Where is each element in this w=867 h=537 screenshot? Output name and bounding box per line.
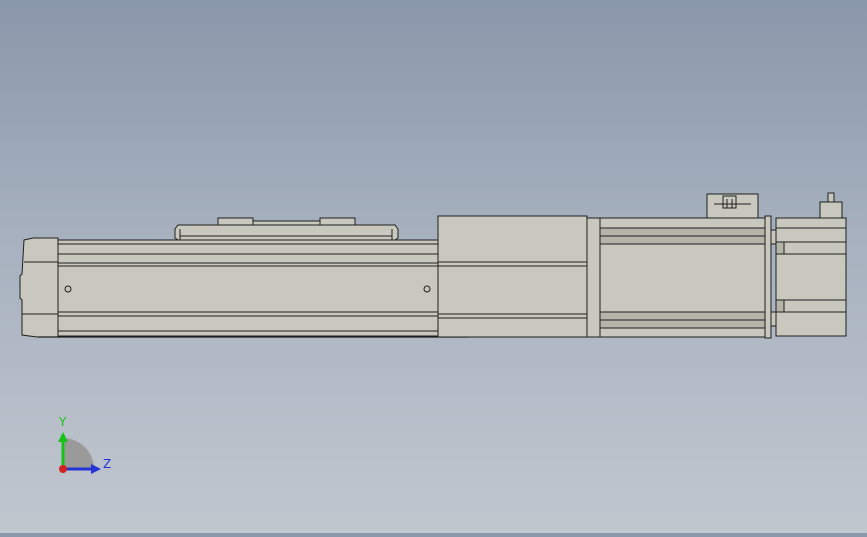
orientation-triad: Y Z xyxy=(58,415,111,474)
z-axis-label: Z xyxy=(103,457,111,471)
mounting-hole-left xyxy=(64,285,72,293)
model-view: Y Z xyxy=(19,192,847,474)
y-axis-label: Y xyxy=(58,415,67,429)
motor-connector-top xyxy=(706,193,759,219)
linear-actuator-model[interactable] xyxy=(19,192,847,339)
rail-body xyxy=(38,239,468,338)
cad-viewport[interactable]: Y Z xyxy=(0,0,867,533)
motor-body xyxy=(586,217,766,338)
left-end-cap xyxy=(19,237,59,338)
x-axis-dot xyxy=(59,465,67,473)
y-axis-arrow xyxy=(58,432,68,442)
z-axis-arrow xyxy=(91,464,101,474)
mounting-hole-right xyxy=(423,285,431,293)
encoder-connector xyxy=(819,192,843,219)
triad-quarter-disc xyxy=(63,438,94,469)
encoder-cap xyxy=(775,217,847,337)
carriage-table xyxy=(174,217,399,241)
coupling-housing xyxy=(437,215,588,338)
motor-flange xyxy=(764,215,777,339)
